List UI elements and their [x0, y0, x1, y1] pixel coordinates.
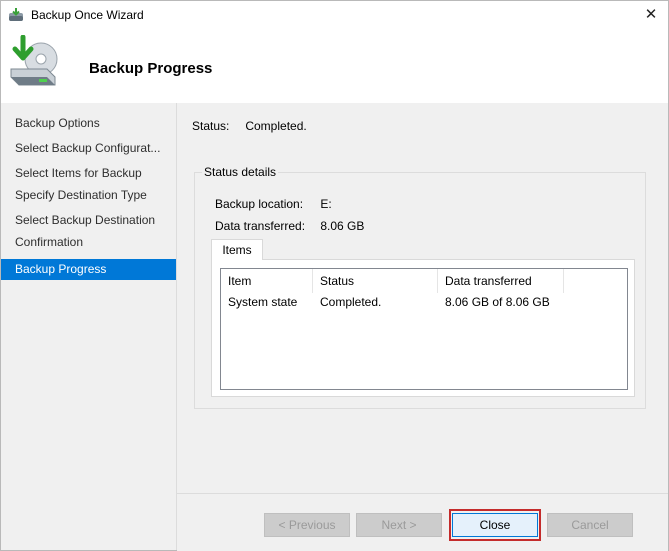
sidebar-item-backup-destination[interactable]: Select Backup Destination [1, 210, 176, 231]
sidebar-item-backup-progress[interactable]: Backup Progress [1, 259, 176, 280]
close-window-icon[interactable]: ✕ [634, 1, 668, 29]
sidebar-item-destination-type[interactable]: Specify Destination Type [1, 185, 176, 206]
cell-item: System state [228, 295, 298, 309]
next-button[interactable]: Next > [356, 513, 442, 537]
close-button[interactable]: Close [452, 513, 538, 537]
page-title: Backup Progress [89, 60, 213, 77]
column-header-status[interactable]: Status [313, 269, 438, 293]
sidebar-item-backup-configuration[interactable]: Select Backup Configurat... [1, 138, 176, 159]
sidebar-item-select-items[interactable]: Select Items for Backup [1, 163, 176, 184]
status-value: Completed. [245, 119, 307, 133]
data-transferred-value: 8.06 GB [320, 219, 365, 233]
status-details-group: Status details Backup location: E: Data … [194, 165, 646, 409]
wizard-header: Backup Progress [1, 29, 668, 103]
backup-app-icon [9, 8, 23, 21]
backup-drive-icon [10, 35, 58, 86]
cancel-button[interactable]: Cancel [547, 513, 633, 537]
wizard-steps-sidebar: Backup Options Select Backup Configurat.… [1, 103, 177, 550]
sidebar-item-confirmation[interactable]: Confirmation [1, 232, 176, 253]
wizard-footer: < Previous Next > Close Cancel [177, 493, 668, 551]
sidebar-item-backup-options[interactable]: Backup Options [1, 113, 176, 134]
data-transferred-row: Data transferred: 8.06 GB [215, 219, 364, 233]
status-row: Status: Completed. [192, 119, 307, 133]
content-pane: Status: Completed. Status details Backup… [177, 103, 668, 493]
cell-data-transferred: 8.06 GB of 8.06 GB [445, 295, 550, 309]
backup-location-label: Backup location: [215, 197, 304, 211]
cell-status: Completed. [320, 295, 382, 309]
backup-location-row: Backup location: E: [215, 197, 332, 211]
backup-location-value: E: [320, 197, 332, 211]
list-header: Item Status Data transferred [221, 269, 627, 293]
previous-button[interactable]: < Previous [264, 513, 350, 537]
tab-items[interactable]: Items [211, 239, 263, 260]
window-title: Backup Once Wizard [31, 8, 144, 22]
title-bar: Backup Once Wizard ✕ [1, 1, 668, 29]
status-label: Status: [192, 119, 230, 133]
column-header-item[interactable]: Item [221, 269, 313, 293]
table-row[interactable]: System state Completed. 8.06 GB of 8.06 … [221, 293, 627, 313]
status-details-legend: Status details [202, 165, 279, 179]
items-list-view[interactable]: Item Status Data transferred System stat… [220, 268, 628, 390]
wizard-window: Backup Once Wizard ✕ Backup Progress Bac… [0, 0, 669, 551]
items-tab-panel: Item Status Data transferred System stat… [211, 259, 635, 397]
data-transferred-label: Data transferred: [215, 219, 306, 233]
column-header-data-transferred[interactable]: Data transferred [438, 269, 564, 293]
